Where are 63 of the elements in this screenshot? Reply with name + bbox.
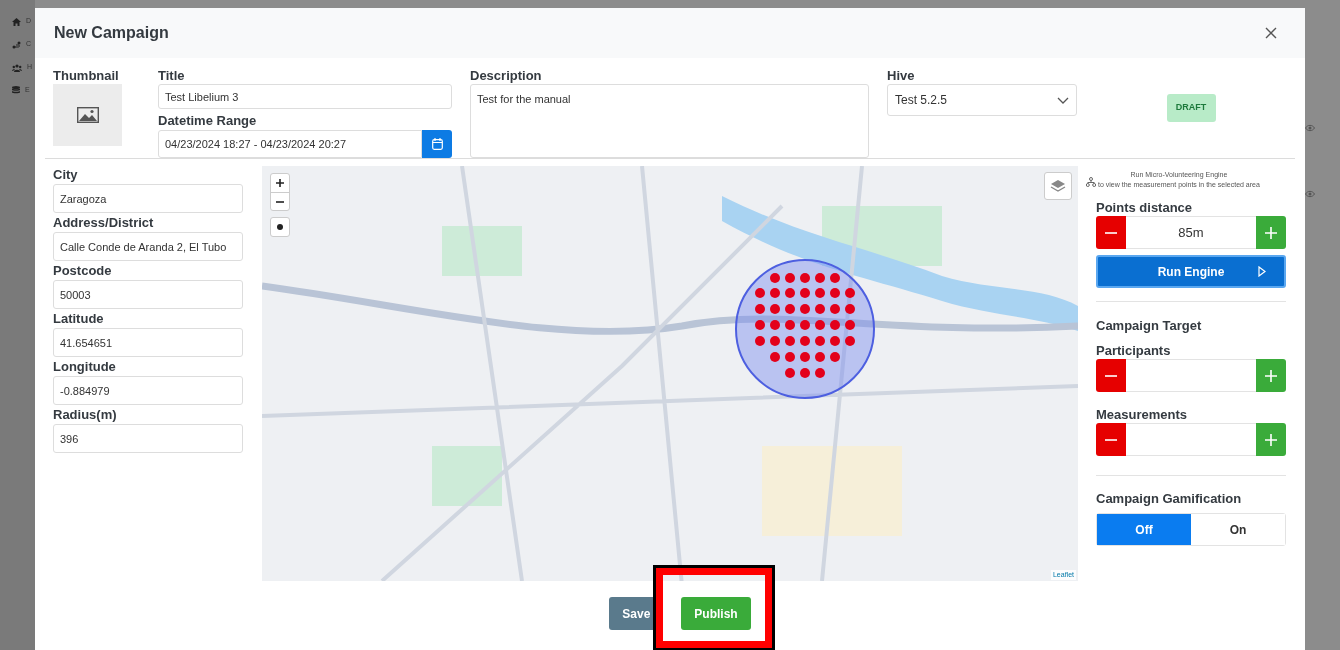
text-field[interactable]: 396 — [53, 424, 243, 453]
decrease-button[interactable] — [1096, 216, 1126, 249]
route-icon — [12, 40, 21, 49]
minus-icon — [1105, 374, 1117, 377]
minus-icon — [1105, 231, 1117, 234]
close-icon — [1265, 27, 1277, 39]
text-field[interactable]: Calle Conde de Aranda 2, El Tubo — [53, 232, 243, 261]
layers-icon — [1050, 179, 1066, 193]
field-label: Longitude — [53, 358, 117, 376]
field-label: Description — [470, 67, 543, 84]
field-label: Title — [158, 67, 186, 84]
layers-button[interactable] — [1044, 172, 1072, 200]
plus-icon — [1265, 369, 1277, 382]
thumbnail-placeholder[interactable] — [53, 84, 122, 146]
points-distance-field[interactable]: 85m — [1126, 216, 1256, 249]
database-icon — [12, 86, 20, 95]
field-label: City — [53, 166, 79, 184]
description-field[interactable]: Test for the manual — [470, 84, 869, 158]
play-icon — [1258, 266, 1266, 277]
increase-button[interactable] — [1256, 359, 1286, 392]
text-field[interactable]: 41.654651 — [53, 328, 243, 357]
field-label: Points distance — [1096, 199, 1194, 216]
plus-icon — [276, 179, 284, 187]
field-label: Radius(m) — [53, 406, 118, 424]
hive-select[interactable]: Test 5.2.5 — [887, 84, 1077, 116]
datetime-range-field[interactable]: 04/23/2024 18:27 - 04/23/2024 20:27 — [158, 130, 422, 158]
title-field[interactable]: Test Libelium 3 — [158, 84, 452, 110]
plus-icon — [1265, 226, 1277, 239]
section-heading: Campaign Gamification — [1096, 490, 1243, 507]
image-icon — [76, 107, 99, 123]
modal-title: New Campaign — [54, 23, 169, 43]
calendar-icon — [431, 138, 443, 151]
field-label: Participants — [1096, 342, 1172, 359]
section-heading: Campaign Target — [1096, 317, 1203, 334]
field-label: Measurements — [1096, 406, 1189, 423]
home-icon — [12, 17, 21, 26]
users-icon — [12, 63, 22, 72]
text-field[interactable]: -0.884979 — [53, 376, 243, 405]
chevron-down-icon — [1057, 96, 1069, 104]
increase-button[interactable] — [1256, 216, 1286, 249]
calendar-button[interactable] — [422, 130, 452, 158]
locate-button[interactable] — [270, 217, 290, 237]
dot-icon — [277, 224, 283, 230]
decrease-button[interactable] — [1096, 423, 1126, 456]
minus-icon — [276, 200, 284, 203]
field-label: Postcode — [53, 262, 113, 280]
decrease-button[interactable] — [1096, 359, 1126, 392]
eye-icon[interactable] — [1305, 124, 1315, 132]
plus-icon — [1265, 433, 1277, 446]
network-icon — [1086, 177, 1096, 187]
minus-icon — [1105, 438, 1117, 441]
run-engine-button[interactable]: Run Engine — [1096, 255, 1286, 288]
status-badge: DRAFT — [1166, 94, 1216, 122]
text-field[interactable]: 50003 — [53, 280, 243, 309]
field-label: Latitude — [53, 310, 105, 328]
field-label: Thumbnail — [53, 67, 120, 84]
field-label: Datetime Range — [158, 112, 258, 131]
increase-button[interactable] — [1256, 423, 1286, 456]
field-label: Hive — [887, 67, 916, 84]
field-label: Address/District — [53, 214, 155, 232]
text-field[interactable]: Zaragoza — [53, 184, 243, 213]
toggle-option[interactable]: Off — [1097, 514, 1191, 545]
eye-icon[interactable] — [1305, 190, 1315, 198]
